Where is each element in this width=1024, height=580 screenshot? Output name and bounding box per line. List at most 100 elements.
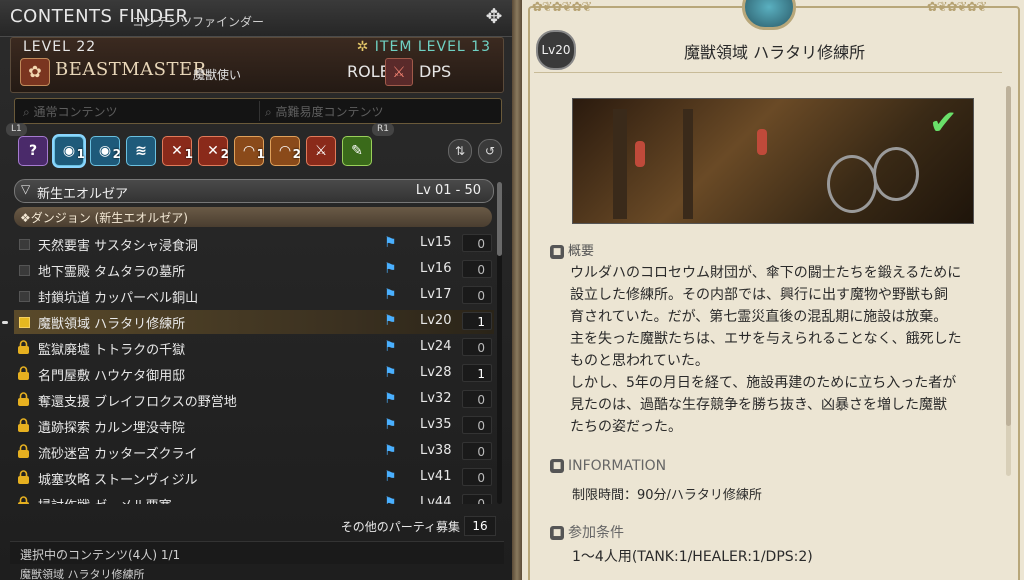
pvp-icon[interactable]: ⚔: [306, 136, 336, 166]
flag-icon: ⚑: [384, 235, 397, 251]
scrollbar-thumb[interactable]: [497, 182, 502, 256]
ornament-left: ✿❦✿❦✿❦: [532, 0, 592, 15]
lock-icon: [18, 340, 29, 354]
book-icon: ■: [550, 244, 564, 259]
title-bar: CONTENTS FINDER コンテンツファインダー ✥: [0, 0, 512, 37]
subcategory-header[interactable]: ❖ダンジョン (新生エオルゼア): [14, 207, 492, 227]
lock-icon: [18, 496, 29, 504]
contents-finder-panel: CONTENTS FINDER コンテンツファインダー ✥ LEVEL 22 ✲…: [0, 0, 512, 580]
dungeon-level: Lv17: [420, 287, 452, 302]
selection-pointer: [2, 321, 8, 324]
party-label: その他のパーティ募集: [340, 520, 460, 534]
detail-title-bar: Lv20 魔獣領域 ハラタリ修練所: [534, 30, 1002, 73]
dungeon-row[interactable]: 流砂迷宮 カッターズクライ ⚑ Lv38 0: [14, 440, 494, 464]
conditions-text: 1～4人用(TANK:1/HEALER:1/DPS:2): [572, 549, 813, 565]
category-title: 新生エオルゼア: [37, 187, 129, 202]
dungeon-row[interactable]: 遺跡探索 カルン埋没寺院 ⚑ Lv35 0: [14, 414, 494, 438]
dungeon-name: 封鎖坑道 カッパーベル銅山: [38, 291, 199, 306]
pillar-shape: [683, 109, 693, 219]
red-window-shape: [635, 141, 645, 167]
dungeon-row-selected[interactable]: 魔獣領域 ハラタリ修練所 ⚑ Lv20 1: [14, 310, 494, 334]
pillar-shape: [613, 109, 627, 219]
reset-icon[interactable]: ↺: [478, 139, 502, 163]
document-icon: ■: [550, 459, 564, 473]
dungeon-row[interactable]: 天然要害 サスタシャ浸食洞 ⚑ Lv15 0: [14, 232, 494, 256]
collapse-arrow-icon: ▽: [21, 182, 31, 196]
trial-icon-1[interactable]: ✕ 1: [162, 136, 193, 166]
search-bar[interactable]: ⌕ 通常コンテンツ ⌕ 高難易度コンテンツ: [14, 98, 502, 124]
party-count: 0: [462, 468, 492, 486]
party-count: 1: [462, 364, 492, 382]
dungeon-name: 名門屋敷 ハウケタ御用邸: [38, 369, 186, 384]
information-text: 制限時間：90分/ハラタリ修練所: [572, 488, 762, 503]
window-subtitle: コンテンツファインダー: [132, 15, 265, 29]
item-level-icon: ✲: [356, 39, 370, 55]
raid-icon-2[interactable]: ◠ 2: [270, 136, 301, 166]
detail-title: 魔獣領域 ハラタリ修練所: [684, 43, 866, 62]
party-count: 0: [462, 260, 492, 278]
r1-tag: R1: [372, 123, 394, 136]
panel-divider: [512, 0, 522, 580]
flag-icon: ⚑: [384, 339, 397, 355]
party-count: 1: [462, 312, 492, 330]
flag-icon: ⚑: [384, 391, 397, 407]
party-count: 0: [462, 338, 492, 356]
dungeon-row[interactable]: 名門屋敷 ハウケタ御用邸 ⚑ Lv28 1: [14, 362, 494, 386]
role-name: DPS: [419, 62, 452, 81]
dungeon-name: 地下霊殿 タムタラの墓所: [38, 265, 186, 280]
search-divider: [259, 101, 260, 121]
overview-heading: ■ 概要: [550, 240, 594, 259]
dungeon-level: Lv28: [420, 365, 452, 380]
dungeon-name: 魔獣領域 ハラタリ修練所: [38, 317, 186, 332]
detail-scrollbar[interactable]: [1006, 86, 1011, 476]
information-heading: ■ INFORMATION: [550, 458, 666, 474]
flag-icon: ⚑: [384, 261, 397, 277]
party-finder-row[interactable]: その他のパーティ募集 16: [14, 513, 500, 537]
checkbox[interactable]: [19, 291, 30, 302]
selected-label: 選択中のコンテンツ(4人) 1/1: [20, 548, 181, 562]
character-header: LEVEL 22 ✲ ITEM LEVEL 13 ✿ BEASTMASTER 魔…: [10, 37, 504, 93]
search-hard-field[interactable]: ⌕ 高難易度コンテンツ: [265, 103, 384, 120]
checkbox[interactable]: [19, 239, 30, 250]
job-subtitle: 魔獣使い: [193, 68, 242, 82]
party-count: 0: [462, 286, 492, 304]
sort-icon[interactable]: ⇅: [448, 139, 472, 163]
dungeon-row[interactable]: 監獄廃墟 トトラクの千獄 ⚑ Lv24 0: [14, 336, 494, 360]
red-window-shape: [757, 129, 767, 155]
dungeon-icon-2[interactable]: ◉ 2: [90, 136, 121, 166]
party-count: 0: [462, 234, 492, 252]
conditions-heading: ■ 参加条件: [550, 522, 624, 542]
trial-icon-2[interactable]: ✕ 2: [198, 136, 229, 166]
party-count: 0: [462, 442, 492, 460]
dungeon-row[interactable]: 封鎖坑道 カッパーベル銅山 ⚑ Lv17 0: [14, 284, 494, 308]
scrollbar-thumb[interactable]: [1006, 86, 1011, 426]
flag-icon: ⚑: [384, 313, 397, 329]
dungeon-icon-1[interactable]: ◉ 1: [54, 136, 85, 166]
party-count: 0: [462, 416, 492, 434]
dungeon-name: 城塞攻略 ストーンヴィジル: [38, 473, 198, 488]
dungeon-level: Lv32: [420, 391, 452, 406]
checkbox-checked[interactable]: [19, 317, 30, 328]
checkbox[interactable]: [19, 265, 30, 276]
gold-saucer-icon[interactable]: ✎: [342, 136, 372, 166]
party-count-box: 16: [464, 516, 496, 536]
close-icon[interactable]: ✥: [483, 5, 505, 27]
lock-icon: [18, 392, 29, 406]
dungeon-row[interactable]: 城塞攻略 ストーンヴィジル ⚑ Lv41 0: [14, 466, 494, 490]
description-text: ウルダハのコロセウム財団が、傘下の闘士たちを鍛えるために 設立した修練所。その内…: [570, 265, 962, 435]
roulette-icon[interactable]: ?: [18, 136, 48, 166]
dungeon-name: 奪還支援 ブレイフロクスの野営地: [38, 395, 237, 410]
guildhest-icon[interactable]: ≋: [126, 136, 156, 166]
flag-icon: ⚑: [384, 417, 397, 433]
raid-icon-1[interactable]: ◠ 1: [234, 136, 265, 166]
dungeon-row[interactable]: 掃討作戦 ゼーメル要塞 ⚑ Lv44 0: [14, 492, 494, 504]
l1-tag: L1: [6, 123, 27, 136]
dungeon-row[interactable]: 奪還支援 ブレイフロクスの野営地 ⚑ Lv32 0: [14, 388, 494, 412]
job-icon: ✿: [20, 58, 50, 86]
dungeon-row[interactable]: 地下霊殿 タムタラの墓所 ⚑ Lv16 0: [14, 258, 494, 282]
ornament-right: ✿❦✿❦✿❦: [927, 0, 987, 15]
list-scrollbar[interactable]: [497, 182, 502, 504]
category-header[interactable]: ▽ 新生エオルゼア Lv 01 - 50: [14, 179, 494, 203]
level-badge: Lv20: [536, 30, 576, 70]
search-normal-field[interactable]: ⌕ 通常コンテンツ: [23, 103, 118, 120]
